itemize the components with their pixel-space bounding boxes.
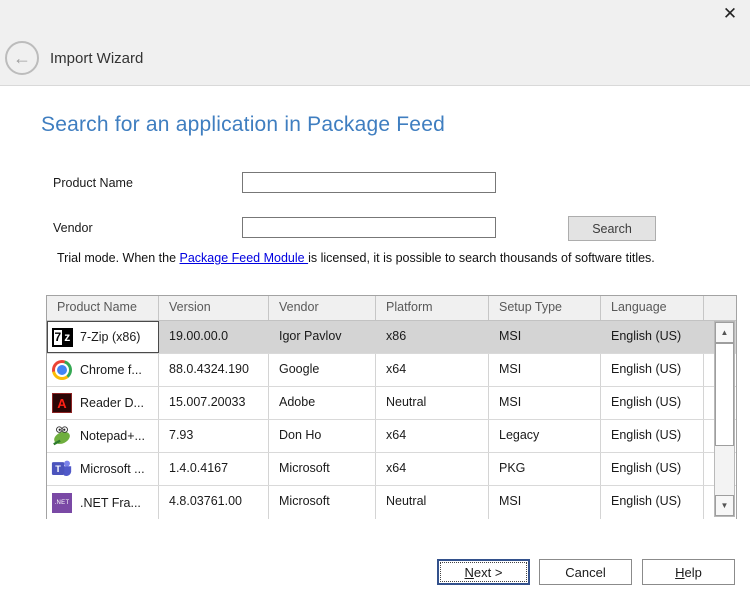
back-button[interactable]: ← bbox=[5, 41, 39, 75]
trial-note-text-before: Trial mode. When the bbox=[57, 251, 180, 265]
column-header-platform[interactable]: Platform bbox=[376, 296, 489, 320]
product-name-text: Microsoft ... bbox=[80, 462, 145, 476]
product-name-cell[interactable]: .NET .NET Fra... bbox=[47, 486, 159, 519]
close-button[interactable]: ✕ bbox=[716, 2, 744, 26]
column-header-language[interactable]: Language bbox=[601, 296, 704, 320]
table-row[interactable]: 7z 7-Zip (x86) 19.00.00.0Igor Pavlovx86MSI… bbox=[47, 321, 736, 354]
setup-type-cell[interactable]: MSI bbox=[489, 354, 601, 386]
setup-type-cell[interactable]: MSI bbox=[489, 321, 601, 353]
package-table: Product Name Version Vendor Platform Set… bbox=[46, 295, 737, 519]
platform-cell[interactable]: x64 bbox=[376, 354, 489, 386]
scroll-down-icon: ▼ bbox=[721, 501, 729, 510]
chrome-icon bbox=[51, 359, 73, 381]
back-arrow-icon: ← bbox=[13, 49, 31, 67]
next-button-label: N bbox=[465, 565, 474, 580]
dotnet-icon: .NET bbox=[51, 492, 73, 514]
language-cell[interactable]: English (US) bbox=[601, 486, 704, 519]
version-cell[interactable]: 4.8.03761.00 bbox=[159, 486, 269, 519]
table-row[interactable]: A Reader D... 15.007.20033AdobeNeutralMSIE… bbox=[47, 387, 736, 420]
version-cell[interactable]: 1.4.0.4167 bbox=[159, 453, 269, 485]
version-cell[interactable]: 15.007.20033 bbox=[159, 387, 269, 419]
table-header-row: Product Name Version Vendor Platform Set… bbox=[47, 296, 736, 321]
wizard-header: ← Import Wizard bbox=[0, 0, 750, 86]
package-feed-module-link[interactable]: Package Feed Module bbox=[180, 251, 309, 265]
platform-cell[interactable]: Neutral bbox=[376, 486, 489, 519]
product-name-text: Reader D... bbox=[80, 396, 144, 410]
page-title: Search for an application in Package Fee… bbox=[41, 113, 445, 137]
platform-cell[interactable]: x64 bbox=[376, 453, 489, 485]
product-name-text: Notepad+... bbox=[80, 429, 145, 443]
table-row[interactable]: Chrome f... 88.0.4324.190Googlex64MSIEngl… bbox=[47, 354, 736, 387]
cancel-button[interactable]: Cancel bbox=[539, 559, 632, 585]
platform-cell[interactable]: Neutral bbox=[376, 387, 489, 419]
7zip-icon: 7z bbox=[51, 326, 73, 348]
language-cell[interactable]: English (US) bbox=[601, 354, 704, 386]
product-name-cell[interactable]: Notepad+... bbox=[47, 420, 159, 452]
version-cell[interactable]: 88.0.4324.190 bbox=[159, 354, 269, 386]
setup-type-cell[interactable]: MSI bbox=[489, 486, 601, 519]
product-name-cell[interactable]: Chrome f... bbox=[47, 354, 159, 386]
vendor-cell[interactable]: Igor Pavlov bbox=[269, 321, 376, 353]
scroll-down-button[interactable]: ▼ bbox=[715, 495, 734, 516]
table-row[interactable]: .NET .NET Fra... 4.8.03761.00MicrosoftNeut… bbox=[47, 486, 736, 519]
language-cell[interactable]: English (US) bbox=[601, 321, 704, 353]
column-header-setup-type[interactable]: Setup Type bbox=[489, 296, 601, 320]
teams-icon: T bbox=[51, 458, 73, 480]
help-button[interactable]: Help bbox=[642, 559, 735, 585]
product-name-text: 7-Zip (x86) bbox=[80, 330, 140, 344]
help-button-label: H bbox=[675, 565, 684, 580]
trial-mode-note: Trial mode. When the Package Feed Module… bbox=[57, 251, 655, 265]
scrollbar-thumb[interactable] bbox=[715, 343, 734, 446]
product-name-input[interactable] bbox=[242, 172, 496, 193]
setup-type-cell[interactable]: Legacy bbox=[489, 420, 601, 452]
table-row[interactable]: T Microsoft ... 1.4.0.4167Microsoftx64PKGE… bbox=[47, 453, 736, 486]
platform-cell[interactable]: x86 bbox=[376, 321, 489, 353]
vendor-label: Vendor bbox=[53, 221, 93, 235]
notepadpp-icon bbox=[51, 425, 73, 447]
vendor-cell[interactable]: Microsoft bbox=[269, 486, 376, 519]
product-name-cell[interactable]: T Microsoft ... bbox=[47, 453, 159, 485]
product-name-label: Product Name bbox=[53, 176, 133, 190]
column-header-version[interactable]: Version bbox=[159, 296, 269, 320]
column-header-blank bbox=[704, 296, 736, 320]
vendor-cell[interactable]: Don Ho bbox=[269, 420, 376, 452]
column-header-product-name[interactable]: Product Name bbox=[47, 296, 159, 320]
trial-note-text-after: is licensed, it is possible to search th… bbox=[308, 251, 655, 265]
setup-type-cell[interactable]: PKG bbox=[489, 453, 601, 485]
wizard-title: Import Wizard bbox=[50, 50, 143, 67]
vendor-cell[interactable]: Google bbox=[269, 354, 376, 386]
scroll-up-button[interactable]: ▲ bbox=[715, 322, 734, 343]
vendor-input[interactable] bbox=[242, 217, 496, 238]
table-row[interactable]: Notepad+... 7.93Don Hox64LegacyEnglish (U… bbox=[47, 420, 736, 453]
version-cell[interactable]: 7.93 bbox=[159, 420, 269, 452]
vertical-scrollbar[interactable]: ▲ ▼ bbox=[714, 321, 735, 517]
platform-cell[interactable]: x64 bbox=[376, 420, 489, 452]
table-body: 7z7-Zip (x86)19.00.00.0Igor Pavlovx86MSI… bbox=[47, 321, 736, 519]
product-name-cell[interactable]: 7z 7-Zip (x86) bbox=[47, 321, 159, 353]
product-name-text: .NET Fra... bbox=[80, 496, 141, 510]
vendor-cell[interactable]: Adobe bbox=[269, 387, 376, 419]
column-header-vendor[interactable]: Vendor bbox=[269, 296, 376, 320]
language-cell[interactable]: English (US) bbox=[601, 387, 704, 419]
search-button[interactable]: Search bbox=[568, 216, 656, 241]
product-name-text: Chrome f... bbox=[80, 363, 142, 377]
setup-type-cell[interactable]: MSI bbox=[489, 387, 601, 419]
vendor-cell[interactable]: Microsoft bbox=[269, 453, 376, 485]
svg-text:T: T bbox=[55, 464, 61, 474]
language-cell[interactable]: English (US) bbox=[601, 453, 704, 485]
adobe-reader-icon: A bbox=[51, 392, 73, 414]
version-cell[interactable]: 19.00.00.0 bbox=[159, 321, 269, 353]
product-name-cell[interactable]: A Reader D... bbox=[47, 387, 159, 419]
scroll-up-icon: ▲ bbox=[721, 328, 729, 337]
next-button[interactable]: Next > bbox=[437, 559, 530, 585]
language-cell[interactable]: English (US) bbox=[601, 420, 704, 452]
close-icon: ✕ bbox=[723, 4, 737, 24]
